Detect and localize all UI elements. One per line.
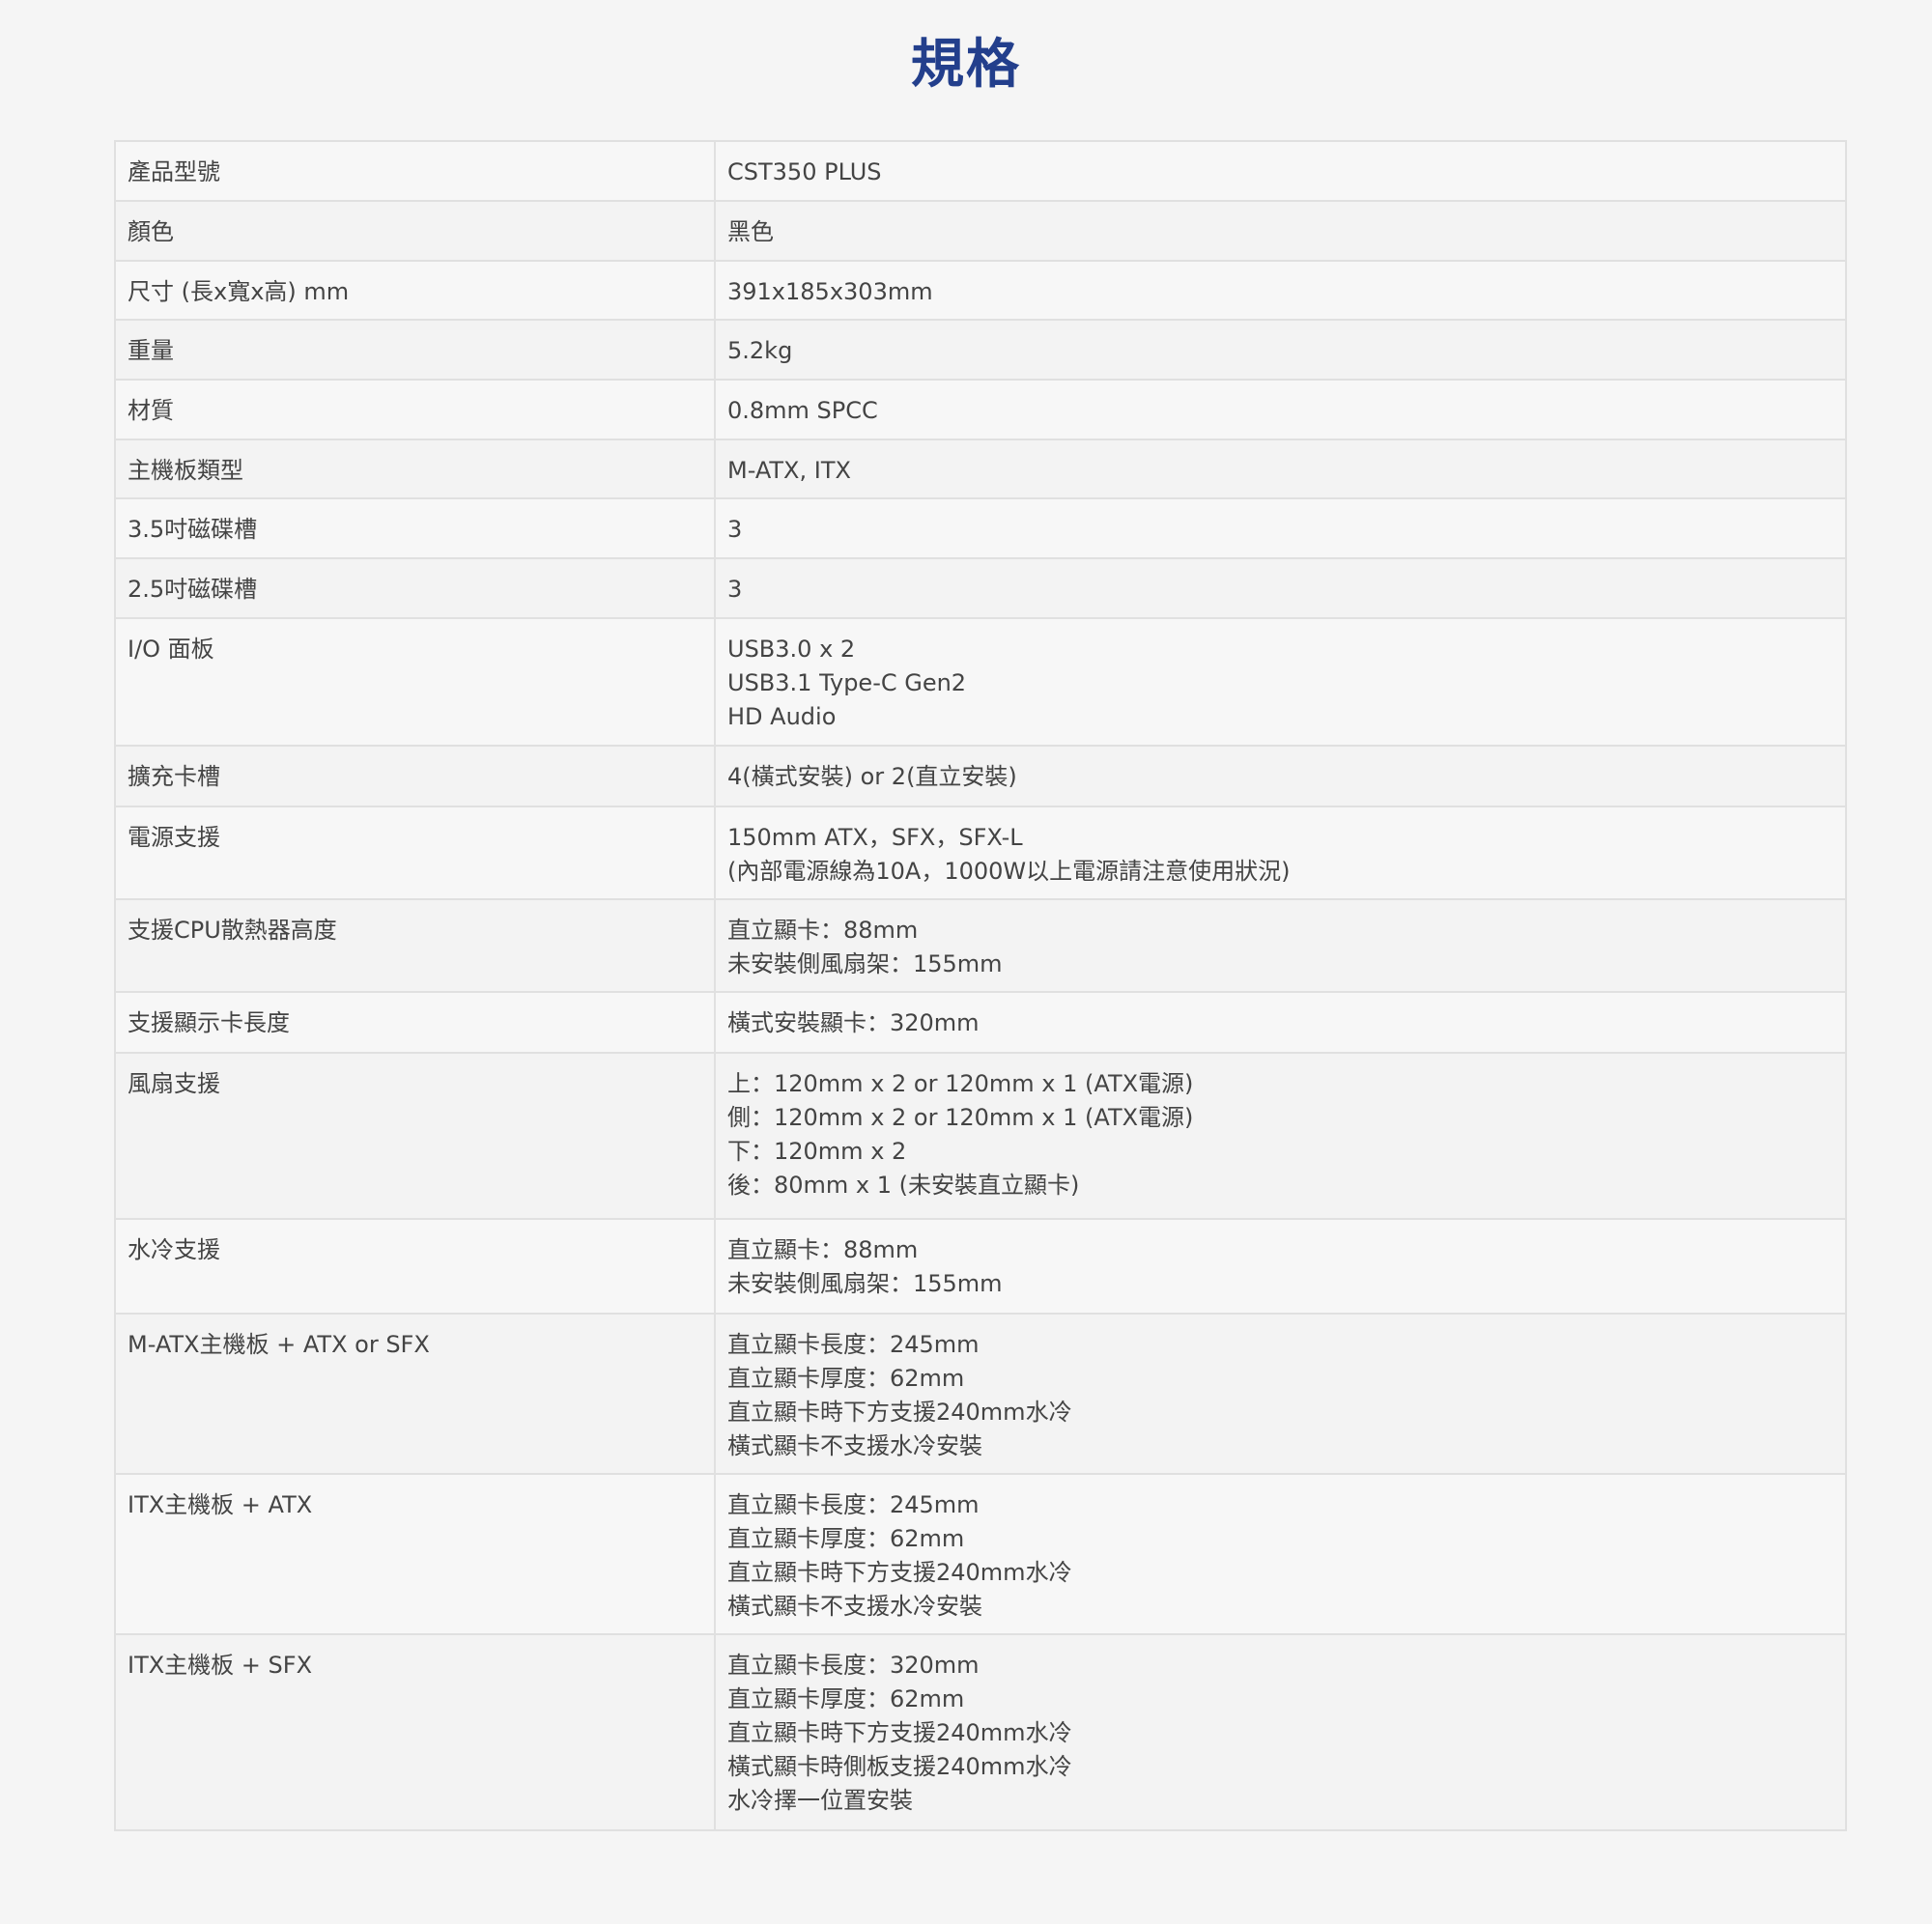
spec-value-line: 0.8mm SPCC <box>727 397 878 424</box>
spec-value-line: 3 <box>727 516 743 543</box>
spec-value-line: 直立顯卡厚度：62mm <box>727 1365 965 1392</box>
spec-value: 5.2kg <box>714 319 1847 381</box>
spec-value-line: 橫式安裝顯卡：320mm <box>727 1009 980 1036</box>
spec-value-line: HD Audio <box>727 703 837 730</box>
spec-value: 直立顯卡：88mm 未安裝側風扇架：155mm <box>714 1218 1847 1315</box>
spec-label: 尺寸 (長x寬x高) mm <box>114 260 716 321</box>
spec-value: 黑色 <box>714 200 1847 262</box>
spec-value-line: M-ATX, ITX <box>727 457 851 484</box>
spec-row: ITX主機板 + SFX 直立顯卡長度：320mm 直立顯卡厚度：62mm 直立顯卡時… <box>114 1633 1847 1831</box>
spec-value: 直立顯卡長度：245mm 直立顯卡厚度：62mm 直立顯卡時下方支援240mm水冷橫… <box>714 1313 1847 1475</box>
spec-row: 風扇支援 上：120mm x 2 or 120mm x 1 (ATX電源) 側：12… <box>114 1052 1847 1220</box>
spec-value: 上：120mm x 2 or 120mm x 1 (ATX電源) 側：120mm … <box>714 1052 1847 1220</box>
spec-value-line: 上：120mm x 2 or 120mm x 1 (ATX電源) <box>727 1070 1194 1097</box>
spec-row: 擴充卡槽 4(橫式安裝) or 2(直立安裝) <box>114 745 1847 807</box>
spec-table: 產品型號 CST350 PLUS 顏色 黑色 尺寸 (長x寬x高) mm 391x185x… <box>114 140 1847 1831</box>
spec-label: ITX主機板 + ATX <box>114 1473 716 1635</box>
spec-label: 產品型號 <box>114 140 716 202</box>
spec-label: I/O 面板 <box>114 617 716 747</box>
spec-value-line: 下：120mm x 2 <box>727 1138 907 1165</box>
spec-value-line: 水冷擇一位置安裝 <box>727 1787 913 1814</box>
spec-row: 重量 5.2kg <box>114 319 1847 381</box>
spec-value-line: 5.2kg <box>727 337 793 364</box>
spec-label: ITX主機板 + SFX <box>114 1633 716 1831</box>
spec-label: 支援CPU散熱器高度 <box>114 898 716 993</box>
spec-value-line: 直立顯卡：88mm <box>727 917 919 944</box>
spec-value-line: 150mm ATX，SFX，SFX-L <box>727 824 1023 851</box>
spec-value-line: 391x185x303mm <box>727 278 933 305</box>
spec-value-line: 後：80mm x 1 (未安裝直立顯卡) <box>727 1172 1080 1199</box>
spec-value-line: USB3.0 x 2 <box>727 636 856 663</box>
spec-value-line: 未安裝側風扇架：155mm <box>727 1270 1003 1297</box>
spec-value-line: 橫式顯卡時側板支援240mm水冷 <box>727 1753 1072 1780</box>
spec-value-line: 橫式顯卡不支援水冷安裝 <box>727 1593 982 1620</box>
spec-value-line: 直立顯卡時下方支援240mm水冷 <box>727 1559 1072 1586</box>
spec-value-line: 直立顯卡長度：320mm <box>727 1652 980 1679</box>
spec-value-line: 直立顯卡時下方支援240mm水冷 <box>727 1399 1072 1426</box>
spec-value: 150mm ATX，SFX，SFX-L (內部電源線為10A，1000W以上電源請… <box>714 806 1847 900</box>
spec-value: 3 <box>714 497 1847 559</box>
spec-value: 橫式安裝顯卡：320mm <box>714 991 1847 1054</box>
spec-label: 材質 <box>114 379 716 440</box>
spec-value-line: 直立顯卡：88mm <box>727 1236 919 1263</box>
spec-label: 2.5吋磁碟槽 <box>114 557 716 619</box>
spec-row: 主機板類型 M-ATX, ITX <box>114 439 1847 499</box>
spec-value-line: 直立顯卡時下方支援240mm水冷 <box>727 1719 1072 1746</box>
spec-row: ITX主機板 + ATX 直立顯卡長度：245mm 直立顯卡厚度：62mm 直立顯卡時… <box>114 1473 1847 1635</box>
spec-value: M-ATX, ITX <box>714 439 1847 499</box>
spec-value: 直立顯卡：88mm 未安裝側風扇架：155mm <box>714 898 1847 993</box>
spec-label: 擴充卡槽 <box>114 745 716 807</box>
spec-value-line: 直立顯卡厚度：62mm <box>727 1685 965 1712</box>
spec-row: 產品型號 CST350 PLUS <box>114 140 1847 202</box>
spec-row: 支援顯示卡長度 橫式安裝顯卡：320mm <box>114 991 1847 1054</box>
spec-value-line: 4(橫式安裝) or 2(直立安裝) <box>727 763 1017 790</box>
spec-value-line: 橫式顯卡不支援水冷安裝 <box>727 1432 982 1459</box>
spec-value-line: 側：120mm x 2 or 120mm x 1 (ATX電源) <box>727 1104 1194 1131</box>
spec-value-line: 3 <box>727 576 743 603</box>
spec-label: 支援顯示卡長度 <box>114 991 716 1054</box>
spec-row: I/O 面板 USB3.0 x 2 USB3.1 Type-C Gen2 HD Aud… <box>114 617 1847 747</box>
spec-value: 4(橫式安裝) or 2(直立安裝) <box>714 745 1847 807</box>
spec-value: 直立顯卡長度：245mm 直立顯卡厚度：62mm 直立顯卡時下方支援240mm水冷橫… <box>714 1473 1847 1635</box>
spec-row: 電源支援 150mm ATX，SFX，SFX-L (內部電源線為10A，1000W以… <box>114 806 1847 900</box>
spec-label: M-ATX主機板 + ATX or SFX <box>114 1313 716 1475</box>
spec-value: 391x185x303mm <box>714 260 1847 321</box>
spec-row: 顏色 黑色 <box>114 200 1847 262</box>
spec-row: M-ATX主機板 + ATX or SFX 直立顯卡長度：245mm 直立顯卡厚度：… <box>114 1313 1847 1475</box>
spec-label: 電源支援 <box>114 806 716 900</box>
spec-row: 水冷支援 直立顯卡：88mm 未安裝側風扇架：155mm <box>114 1218 1847 1315</box>
spec-label: 水冷支援 <box>114 1218 716 1315</box>
spec-label: 3.5吋磁碟槽 <box>114 497 716 559</box>
spec-row: 材質 0.8mm SPCC <box>114 379 1847 440</box>
spec-label: 重量 <box>114 319 716 381</box>
spec-label: 風扇支援 <box>114 1052 716 1220</box>
spec-value-line: (內部電源線為10A，1000W以上電源請注意使用狀況) <box>727 858 1291 885</box>
spec-row: 3.5吋磁碟槽 3 <box>114 497 1847 559</box>
spec-value-line: 直立顯卡長度：245mm <box>727 1331 980 1358</box>
spec-row: 2.5吋磁碟槽 3 <box>114 557 1847 619</box>
spec-value-line: 黑色 <box>727 218 774 245</box>
spec-value-line: 直立顯卡厚度：62mm <box>727 1525 965 1552</box>
spec-value-line: 未安裝側風扇架：155mm <box>727 950 1003 977</box>
spec-label: 顏色 <box>114 200 716 262</box>
spec-value: CST350 PLUS <box>714 140 1847 202</box>
spec-value-line: CST350 PLUS <box>727 158 882 185</box>
spec-value-line: 直立顯卡長度：245mm <box>727 1491 980 1518</box>
spec-row: 尺寸 (長x寬x高) mm 391x185x303mm <box>114 260 1847 321</box>
spec-table-body: 產品型號 CST350 PLUS 顏色 黑色 尺寸 (長x寬x高) mm 391x185x… <box>114 140 1847 1831</box>
spec-value: 0.8mm SPCC <box>714 379 1847 440</box>
spec-value-line: USB3.1 Type-C Gen2 <box>727 669 967 696</box>
spec-value: USB3.0 x 2 USB3.1 Type-C Gen2 HD Audio <box>714 617 1847 747</box>
spec-label: 主機板類型 <box>114 439 716 499</box>
page-title: 規格 <box>910 33 1021 95</box>
spec-row: 支援CPU散熱器高度 直立顯卡：88mm 未安裝側風扇架：155mm <box>114 898 1847 993</box>
spec-value: 直立顯卡長度：320mm 直立顯卡厚度：62mm 直立顯卡時下方支援240mm水冷橫… <box>714 1633 1847 1831</box>
spec-value: 3 <box>714 557 1847 619</box>
